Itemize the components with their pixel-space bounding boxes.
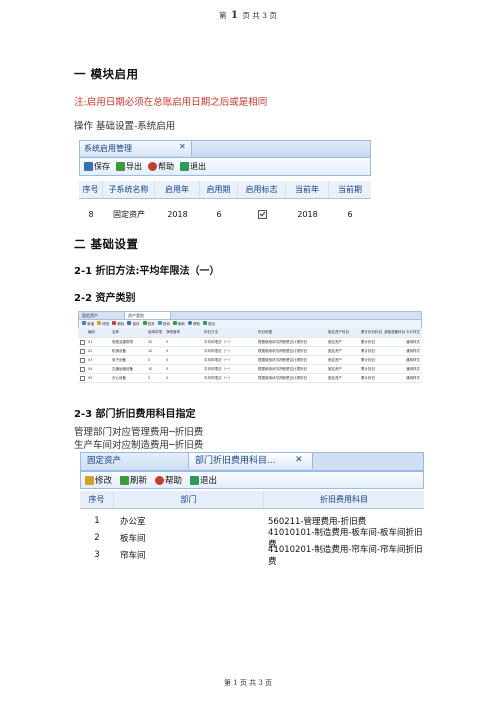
- toolbar: 修改 刷新 帮助 退出: [80, 471, 424, 489]
- row-checkbox[interactable]: [80, 349, 85, 354]
- edit-button[interactable]: 修改: [85, 474, 112, 486]
- exit-button[interactable]: 退出: [203, 321, 215, 327]
- tab-fixed-assets[interactable]: 固定资产: [79, 312, 125, 319]
- table-row[interactable]: 05 办公设备 5 5 平均年限法（一） 根据使用状况判断是否计提折旧 固定资产 累计折旧 通用…: [78, 374, 422, 383]
- section-2-3: 2-3 部门折旧费用科目指定: [74, 409, 196, 420]
- save-button[interactable]: 保存: [84, 161, 110, 172]
- col-start-year: 启用年: [155, 181, 200, 198]
- table-row[interactable]: 02 机械设备 10 5 平均年限法（一） 根据使用状况判断是否计提折旧 固定资产 累计折旧通…: [78, 347, 422, 356]
- refresh-icon: [120, 475, 130, 485]
- enable-checkbox[interactable]: [257, 209, 267, 219]
- table-header: 序号 部门 折旧费用科目: [80, 491, 424, 509]
- edit-button[interactable]: 修改: [97, 321, 109, 327]
- asset-category-screenshot: 固定资产 资产类别 新增 修改 删除 保存 放弃 查询 刷新 帮助 退出 编码 …: [78, 311, 422, 388]
- section1-title: 一 模块启用: [74, 67, 139, 81]
- help-button[interactable]: 帮助: [187, 321, 200, 327]
- col-current-period: 当前期: [338, 185, 362, 194]
- toolbar: 保存 导出 帮助 退出: [79, 158, 371, 176]
- export-button[interactable]: 导出: [116, 161, 142, 172]
- refresh-button[interactable]: 刷新: [172, 321, 185, 327]
- edit-icon: [85, 475, 94, 485]
- section1-note: 注:启用日期必须在总账启用日期之后或是相同: [74, 97, 268, 108]
- query-button[interactable]: 查询: [157, 321, 170, 327]
- tab-fixed-assets[interactable]: 固定资产: [81, 453, 189, 469]
- delete-button[interactable]: 删除: [112, 321, 124, 327]
- close-icon[interactable]: ✕: [179, 142, 186, 151]
- section-2-1: 2-1 折旧方法:平均年限法（一）: [74, 266, 220, 277]
- export-icon: [116, 162, 125, 171]
- row-checkbox[interactable]: [80, 358, 85, 363]
- close-icon[interactable]: ✕: [295, 455, 303, 465]
- row-checkbox[interactable]: [80, 376, 85, 381]
- table-row[interactable]: 8 固定资产 2018 6 2018 6: [79, 207, 371, 221]
- page-header: 第 1 页 共 3 页: [219, 10, 277, 21]
- add-button[interactable]: 新增: [82, 321, 94, 327]
- tab-bar: 系统启用管理 ✕: [79, 140, 371, 158]
- col-enable-flag: 启用标志: [238, 181, 286, 198]
- save-icon: [84, 162, 93, 171]
- save-button[interactable]: 保存: [127, 321, 140, 327]
- query-icon: [157, 321, 162, 325]
- section-2-2: 2-2 资产类别: [74, 293, 136, 304]
- col-current-year: 当前年: [286, 181, 329, 198]
- mgmt-dept-line: 管理部门对应管理费用─折旧费: [74, 427, 204, 438]
- exit-button[interactable]: 退出: [190, 474, 217, 486]
- tab-system-enable[interactable]: 系统启用管理: [80, 141, 192, 156]
- help-icon: [155, 475, 165, 485]
- table-row[interactable]: 03 电子设备 5 5 平均年限法（一） 根据使用状况判断是否计提折旧 固定资产 累计折旧 通用…: [78, 356, 422, 365]
- tab-bar: 固定资产 资产类别: [78, 311, 422, 320]
- exit-icon: [180, 162, 189, 171]
- refresh-button[interactable]: 刷新: [120, 474, 147, 486]
- prod-dept-line: 生产车间对应制造费用─折旧费: [74, 440, 204, 451]
- table-row[interactable]: 01 房屋及建筑物 30 5 平均年限法（一） 根据使用状况判断是否计提折旧 固定资产 累计折…: [78, 338, 422, 347]
- exit-icon: [203, 321, 207, 325]
- delete-icon: [112, 321, 117, 325]
- cancel-icon: [142, 321, 147, 325]
- asset-category-table: 编码 名称 使用年限 净残值率 折旧方法 折旧依据 固定资产科目 累计折旧科目 …: [78, 328, 422, 383]
- save-icon: [127, 321, 132, 325]
- col-start-period: 启用期: [200, 181, 238, 198]
- refresh-icon: [172, 321, 177, 325]
- table-header: 编码 名称 使用年限 净残值率 折旧方法 折旧依据 固定资产科目 累计折旧科目 …: [78, 328, 422, 338]
- col-no: 序号: [79, 181, 103, 198]
- system-enable-screenshot: 系统启用管理 ✕ 保存 导出 帮助 退出 序号 子系统名称 启用年 启用期 启用…: [79, 140, 371, 223]
- page-footer: 第 1 页 共 3 页: [223, 679, 273, 687]
- exit-icon: [190, 475, 200, 485]
- section1-operation: 操作 基础设置-系统启用: [74, 121, 176, 132]
- help-icon: [187, 321, 192, 325]
- tab-asset-category[interactable]: 资产类别: [125, 312, 171, 319]
- add-icon: [82, 321, 86, 325]
- help-icon: [148, 162, 157, 171]
- table-header: 序号 子系统名称 启用年 启用期 启用标志 当前年 当前期: [79, 181, 371, 199]
- row-checkbox[interactable]: [80, 340, 85, 345]
- exit-button[interactable]: 退出: [180, 161, 206, 172]
- section2-title: 二 基础设置: [74, 237, 139, 251]
- table-row[interactable]: 04 交通运输设备 10 5 平均年限法（一） 根据使用状况判断是否计提折旧 固定资产 累计折…: [78, 365, 422, 374]
- tab-bar: 固定资产 部门折旧费用科目... ✕: [80, 452, 424, 471]
- table-row[interactable]: 3 帘车间 41010201-制造费用-帘车间-帘车间折旧费: [80, 545, 424, 567]
- edit-icon: [97, 321, 102, 325]
- help-button[interactable]: 帮助: [155, 474, 182, 486]
- dept-depreciation-screenshot: 固定资产 部门折旧费用科目... ✕ 修改 刷新 帮助 退出 序号 部门 折旧费…: [80, 452, 424, 567]
- col-subsystem: 子系统名称: [103, 181, 155, 198]
- cancel-button[interactable]: 放弃: [142, 321, 155, 327]
- row-checkbox[interactable]: [80, 367, 85, 372]
- help-button[interactable]: 帮助: [148, 161, 174, 172]
